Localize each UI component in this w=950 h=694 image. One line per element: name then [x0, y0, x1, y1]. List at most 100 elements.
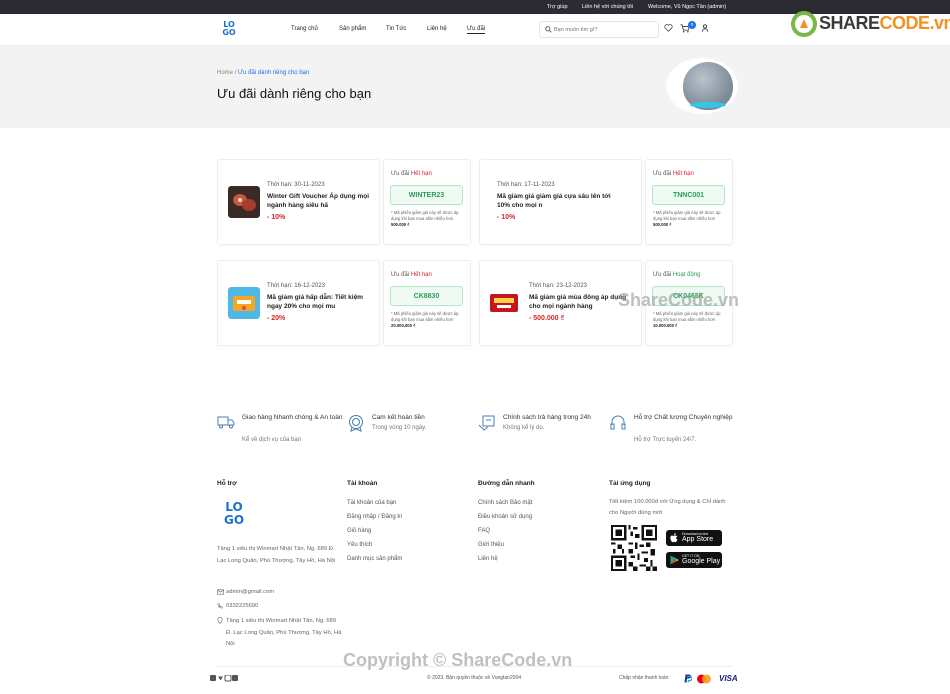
- footer-quicklinks-column: Đường dẫn nhanh Chính sách Bảo mật Điều …: [478, 480, 535, 566]
- coupon-status: Ưu đãi Hoạt động: [653, 272, 701, 278]
- coupon-condition-note: * Mã phiếu giảm giá này sẽ được áp dụng …: [391, 311, 459, 329]
- footer-heading: Hỗ trợ: [217, 480, 237, 487]
- copyright-watermark: Copyright © ShareCode.vn: [343, 650, 573, 670]
- footer-logo[interactable]: LO GO: [219, 501, 249, 527]
- coupon-code-button[interactable]: TNNC001: [652, 185, 725, 205]
- feature-title: Chính sách trả hàng trong 24h: [503, 414, 591, 421]
- page-title: Ưu đãi dành riêng cho bạn: [217, 86, 372, 101]
- social-links: [210, 674, 238, 684]
- footer-link-wishlist[interactable]: Yêu thích: [347, 538, 402, 552]
- badge-check-icon: [349, 415, 363, 432]
- breadcrumb-current: Ưu đãi dành riêng cho bạn: [238, 70, 310, 76]
- page-banner: Home / Ưu đãi dành riêng cho bạn Ưu đãi …: [0, 46, 950, 128]
- footer-heading: Đường dẫn nhanh: [478, 480, 535, 487]
- location-pin-icon: [217, 617, 223, 624]
- social-icons[interactable]: [210, 674, 238, 682]
- sharecode-brand-text: SHARECODE.vn: [819, 13, 950, 33]
- nav-home[interactable]: Trang chủ: [291, 26, 318, 32]
- search-box[interactable]: [539, 21, 659, 38]
- coupon-condition-note: * Mã phiếu giảm giá này sẽ được áp dụng …: [391, 210, 459, 228]
- apple-icon: [670, 533, 678, 543]
- cart-count-badge: 0: [688, 21, 696, 29]
- app-promo-text: Tiết kiệm 100.000đ với Ứng dụng & Chỉ dà…: [609, 499, 726, 516]
- coupon-expiry: Thời hạn: 16-12-2023: [267, 283, 325, 289]
- return-box-icon: [478, 415, 495, 431]
- smart-speaker-light-ring: [690, 102, 726, 108]
- nav-offers[interactable]: Ưu đãi: [467, 26, 486, 34]
- coupon-name: Mã giảm giá hấp dẫn: Tiết kiệm ngay 20% …: [267, 294, 363, 310]
- coupon-name: Winter Gift Voucher Áp dụng mọi ngành hà…: [267, 193, 370, 209]
- coupon-expiry: Thời hạn: 17-11-2023: [497, 182, 555, 188]
- coupon-expiry: Thời hạn: 30-11-2023: [267, 182, 325, 188]
- nav-contact[interactable]: Liên hệ: [427, 26, 447, 32]
- coupon-code-button[interactable]: CK8830: [390, 286, 463, 306]
- visa-logo: VISA: [719, 674, 738, 683]
- footer-link-terms[interactable]: Điều khoản sử dụng: [478, 510, 535, 524]
- footer-heading: Tài khoản: [347, 480, 378, 487]
- coupon-card: Thời hạn: 30-11-2023 Winter Gift Voucher…: [217, 159, 380, 245]
- footer-link-login[interactable]: Đăng nhập / Đăng kí: [347, 510, 402, 524]
- qr-code-image: [611, 525, 657, 571]
- google-play-label: Google Play: [682, 558, 721, 565]
- coupon-code-panel: Ưu đãi Hết hạn WINTER23 * Mã phiếu giảm …: [383, 159, 471, 245]
- feature-title: Giao hàng Nhanh chóng & An toàn: [242, 414, 343, 421]
- feature-subtitle: Hỗ trợ Trực tuyến 24/7.: [634, 437, 697, 443]
- search-icon: [545, 26, 552, 33]
- breadcrumb: Home / Ưu đãi dành riêng cho bạn: [217, 70, 309, 76]
- footer-support-column: Hỗ trợ: [217, 480, 237, 496]
- coupon-expiry: Thời hạn: 23-12-2023: [529, 283, 587, 289]
- coupon-thumbnail: [228, 186, 260, 218]
- heart-icon[interactable]: [664, 24, 673, 32]
- coupon-card: Thời hạn: 16-12-2023 Mã giảm giá hấp dẫn…: [217, 260, 380, 346]
- footer-link-privacy[interactable]: Chính sách Bảo mật: [478, 496, 535, 510]
- search-input[interactable]: [554, 24, 654, 35]
- app-store-label: App Store: [682, 536, 714, 543]
- breadcrumb-home[interactable]: Home: [217, 70, 233, 76]
- footer-link-cart[interactable]: Giỏ hàng: [347, 524, 402, 538]
- breadcrumb-separator: /: [234, 70, 237, 76]
- watermark-text: ShareCode.vn: [618, 290, 740, 310]
- coupon-code-button[interactable]: WINTER23: [390, 185, 463, 205]
- coupon-thumbnail: [228, 287, 260, 319]
- footer-link-about[interactable]: Giới thiệu: [478, 538, 535, 552]
- coupon-card: Thời hạn: 17-11-2023 Mã giảm giá giảm gi…: [479, 159, 642, 245]
- coupon-status: Ưu đãi Hết hạn: [653, 171, 694, 177]
- footer-account-column: Tài khoản Tài khoản của bạn Đăng nhập / …: [347, 480, 402, 566]
- footer-address-2: Tầng 1 siêu thị Winmart Nhật Tân, Ng. 68…: [217, 617, 342, 651]
- feature-subtitle: Không kể lý do.: [503, 425, 545, 431]
- nav-products[interactable]: Sản phẩm: [339, 26, 366, 32]
- coupon-condition-note: * Mã phiếu giảm giá này sẽ được áp dụng …: [653, 311, 721, 329]
- feature-subtitle: Kể về dịch vụ của bạn: [242, 437, 302, 443]
- welcome-user[interactable]: Welcome, Vũ Ngọc Tân (admin): [648, 4, 726, 10]
- coupon-code-panel: Ưu đãi Hết hạn TNNC001 * Mã phiếu giảm g…: [645, 159, 733, 245]
- mail-icon: [217, 589, 224, 595]
- coupon-discount: - 10%: [497, 214, 516, 221]
- coupon-thumbnail: [488, 287, 520, 319]
- phone-icon: [217, 603, 223, 609]
- coupon-status: Ưu đãi Hết hạn: [391, 171, 432, 177]
- footer-link-account[interactable]: Tài khoản của bạn: [347, 496, 402, 510]
- footer-address: Tầng 1 siêu thị Winmart Nhật Tân, Ng. 68…: [217, 546, 336, 564]
- user-icon[interactable]: [701, 24, 709, 32]
- coupon-code-panel: Ưu đãi Hết hạn CK8830 * Mã phiếu giảm gi…: [383, 260, 471, 346]
- nav-news[interactable]: Tin Tức: [386, 26, 406, 32]
- coupon-status: Ưu đãi Hết hạn: [391, 272, 432, 278]
- mastercard-icon: [697, 674, 711, 684]
- google-play-badge[interactable]: GET IT ON Google Play: [666, 552, 722, 568]
- coupon-condition-note: * Mã phiếu giảm giá này sẽ được áp dụng …: [653, 210, 721, 228]
- support-icon: [610, 415, 626, 430]
- footer-link-contact[interactable]: Liên hệ: [478, 552, 535, 566]
- coupon-discount: - 10%: [267, 214, 286, 221]
- sharecode-emblem-icon: [791, 11, 817, 37]
- payment-label: Chấp nhận thanh toán: [619, 675, 669, 681]
- coupon-discount: - 500.000 ₫: [529, 315, 565, 322]
- feature-subtitle: Trong vòng 10 ngày.: [372, 425, 427, 431]
- contact-link[interactable]: Liên hệ với chúng tôi: [582, 4, 633, 10]
- footer-link-categories[interactable]: Danh mục sản phẩm: [347, 552, 402, 566]
- site-logo[interactable]: LO GO: [219, 21, 239, 37]
- paypal-icon: [684, 674, 692, 683]
- app-store-badge[interactable]: Download on the App Store: [666, 530, 722, 546]
- footer-app-column: Tải ứng dụng: [609, 480, 651, 496]
- help-link[interactable]: Trợ giúp: [547, 4, 568, 10]
- footer-link-faq[interactable]: FAQ: [478, 524, 535, 538]
